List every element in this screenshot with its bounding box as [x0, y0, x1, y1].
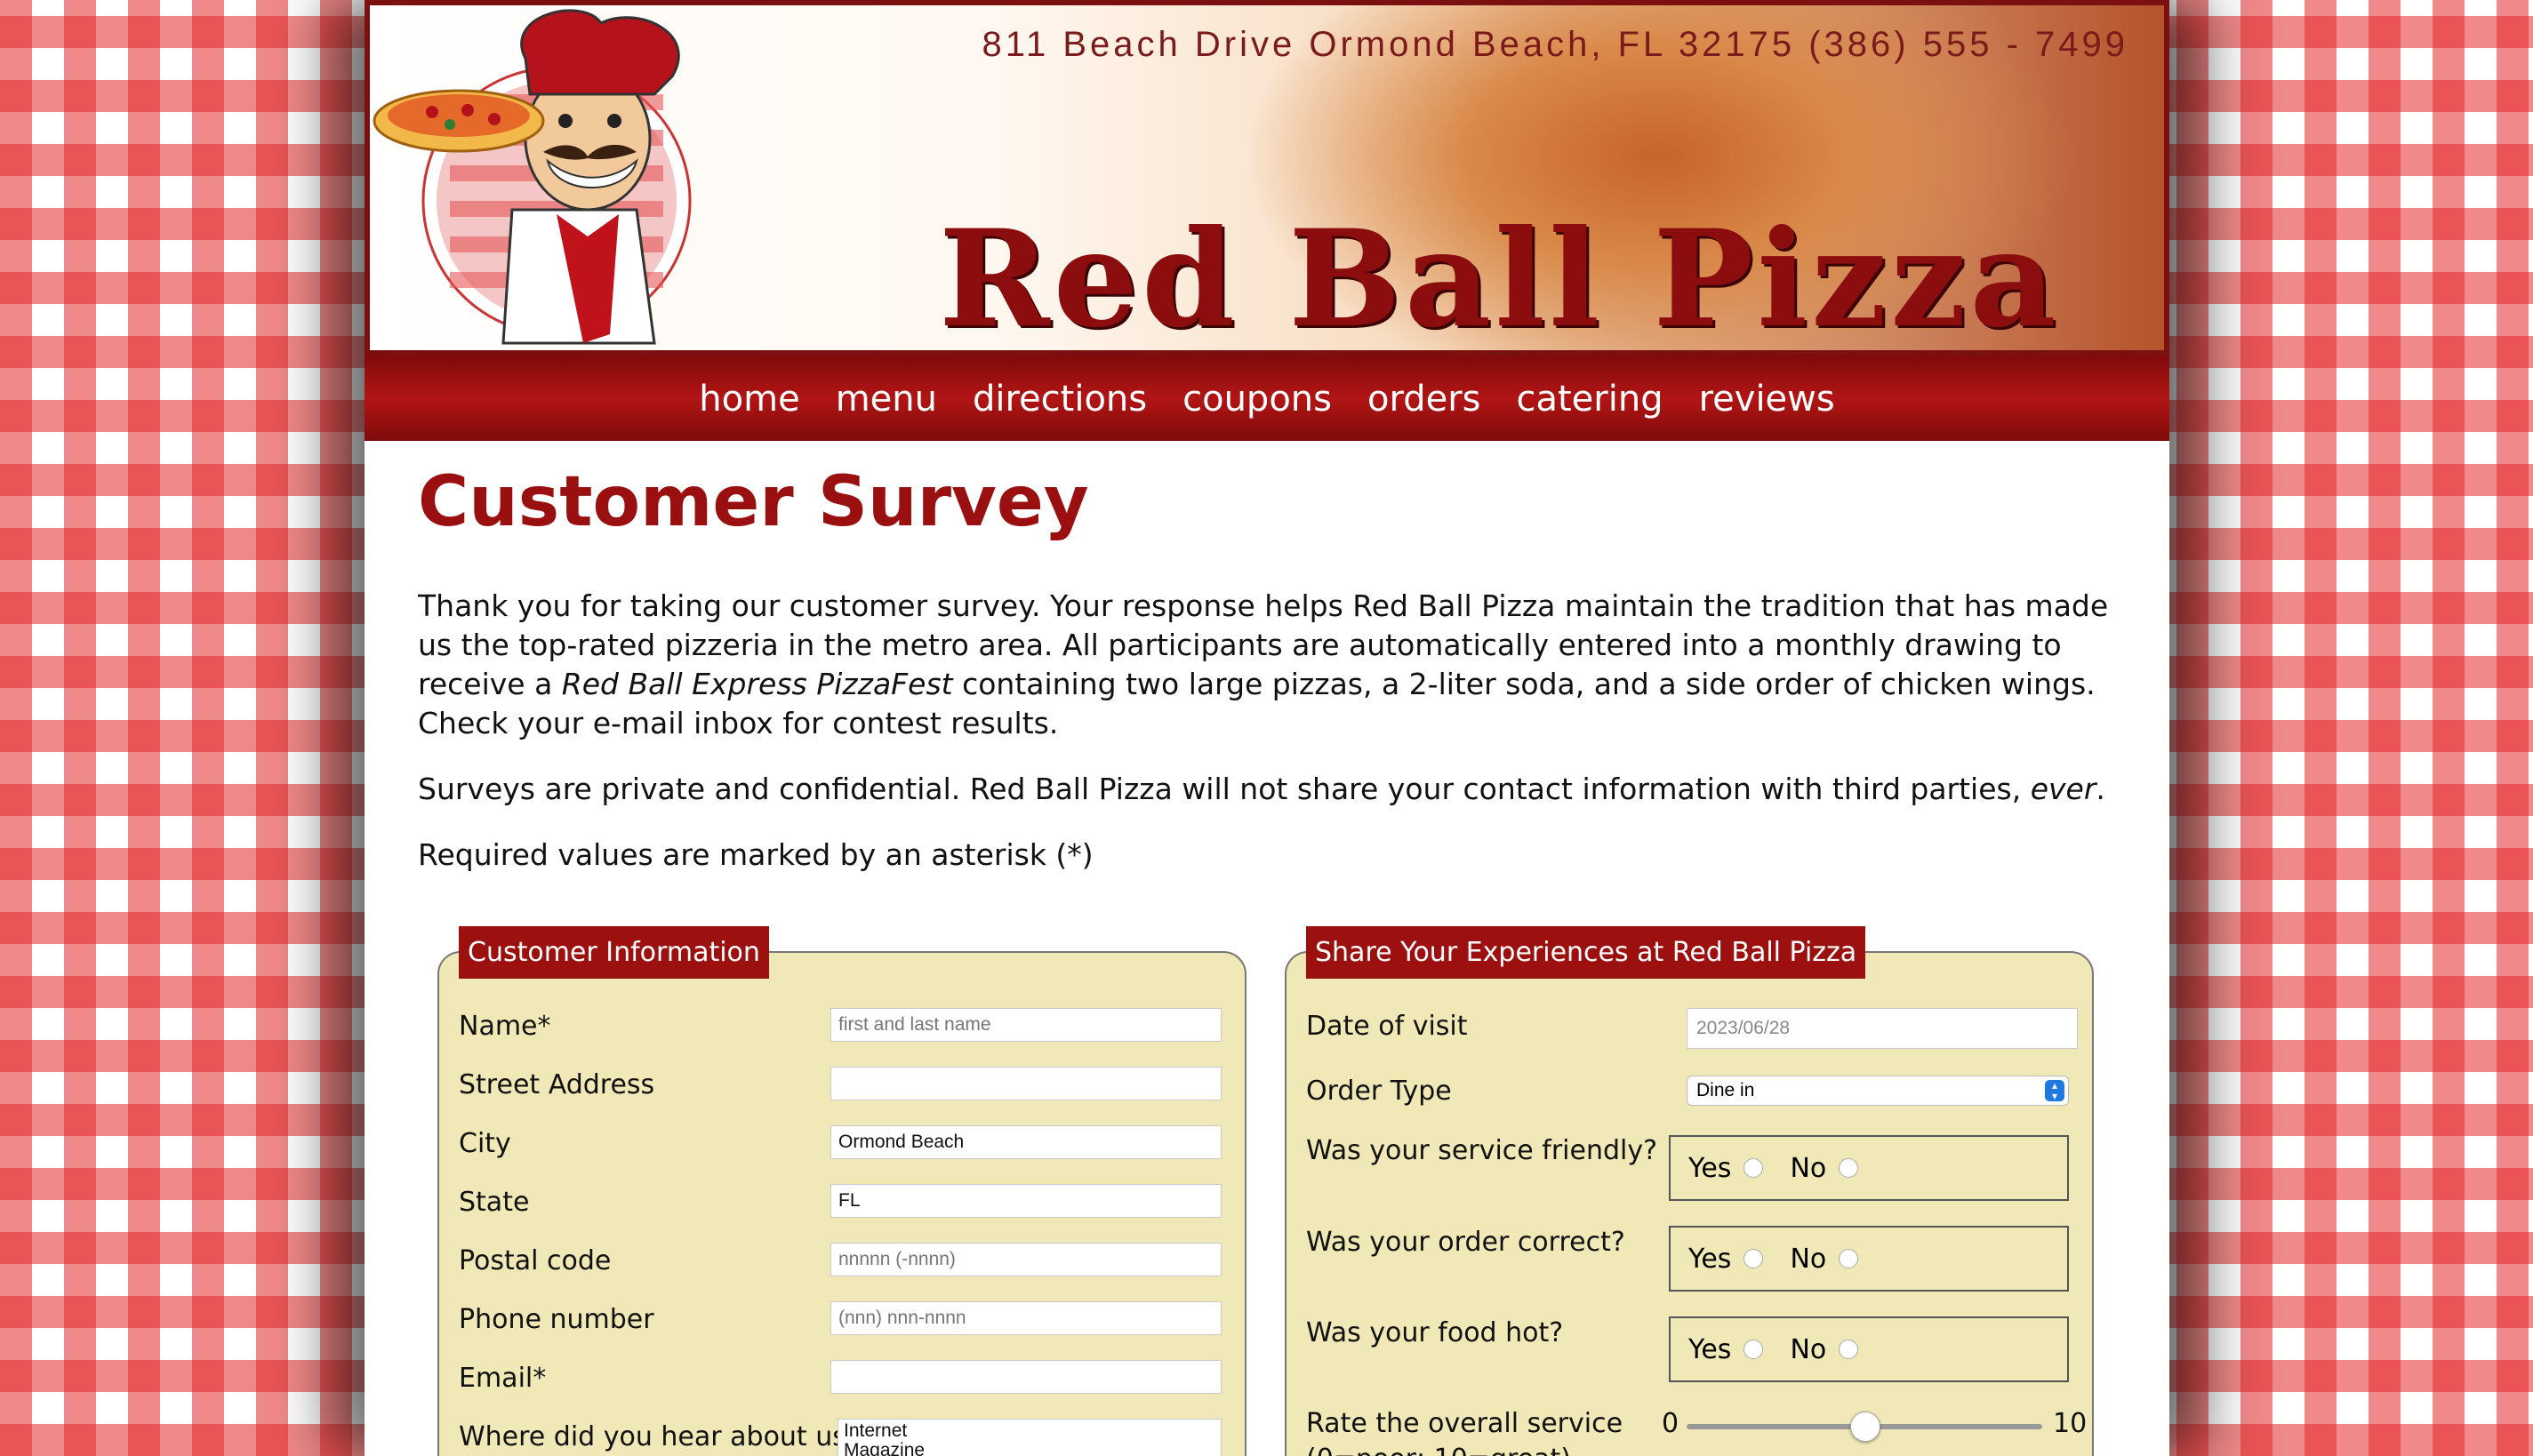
page-container: 811 Beach Drive Ormond Beach, FL 32175 (…: [365, 0, 2169, 1456]
hear-label: Where did you hear about us?: [459, 1421, 861, 1452]
order-type-value: Dine in: [1696, 1080, 1755, 1100]
phone-input[interactable]: [830, 1301, 1222, 1335]
friendly-yes-label: Yes: [1688, 1152, 1732, 1184]
friendly-no-label: No: [1790, 1152, 1827, 1184]
experience-fieldset: Share Your Experiences at Red Ball Pizza…: [1285, 926, 2094, 1456]
correct-no-label: No: [1790, 1243, 1827, 1275]
order-type-select[interactable]: Dine in ▴ ▾: [1687, 1076, 2069, 1106]
friendly-radio-group: Yes No: [1669, 1135, 2069, 1201]
hot-radio-group: Yes No: [1669, 1316, 2069, 1382]
question-friendly: Was your service friendly?: [1306, 1135, 1658, 1166]
nav-reviews[interactable]: reviews: [1681, 356, 1853, 443]
main-nav: home menu directions coupons orders cate…: [365, 356, 2169, 441]
correct-no-radio[interactable]: [1839, 1249, 1859, 1268]
rate-sublabel: (0=poor; 10=great): [1306, 1444, 1571, 1456]
street-input[interactable]: [830, 1067, 1222, 1100]
correct-radio-group: Yes No: [1669, 1226, 2069, 1292]
hot-yes-radio[interactable]: [1743, 1340, 1764, 1359]
nav-coupons[interactable]: coupons: [1165, 356, 1350, 443]
rate-max-label: 10: [2053, 1408, 2088, 1439]
privacy-text: Surveys are private and confidential. Re…: [418, 772, 2031, 806]
privacy-paragraph: Surveys are private and confidential. Re…: [418, 770, 2134, 809]
nav-directions[interactable]: directions: [955, 356, 1165, 443]
hear-option-magazine[interactable]: Magazine: [844, 1441, 1215, 1456]
rate-min-label: 0: [1662, 1408, 1679, 1439]
order-type-label: Order Type: [1306, 1076, 1452, 1107]
postal-input[interactable]: [830, 1243, 1222, 1276]
name-input[interactable]: [830, 1008, 1222, 1042]
rate-slider-thumb[interactable]: [1850, 1412, 1880, 1442]
nav-home[interactable]: home: [681, 356, 817, 443]
phone-label: Phone number: [459, 1304, 654, 1335]
rate-label: Rate the overall service: [1306, 1408, 1623, 1439]
question-hot: Was your food hot?: [1306, 1317, 1564, 1348]
name-label: Name*: [459, 1011, 551, 1042]
customer-info-legend: Customer Information: [459, 926, 769, 979]
nav-orders[interactable]: orders: [1350, 356, 1499, 443]
privacy-emphasis: ever: [2030, 772, 2096, 806]
privacy-text-end: .: [2096, 772, 2105, 806]
main-content: Customer Survey Thank you for taking our…: [418, 462, 2134, 875]
site-banner: 811 Beach Drive Ormond Beach, FL 32175 (…: [365, 0, 2169, 357]
hot-yes-label: Yes: [1688, 1333, 1732, 1365]
intro-paragraph: Thank you for taking our customer survey…: [418, 587, 2134, 743]
street-label: Street Address: [459, 1069, 655, 1100]
experience-legend: Share Your Experiences at Red Ball Pizza: [1306, 926, 1866, 979]
select-arrows-icon: ▴ ▾: [2045, 1080, 2064, 1101]
brand-title: Red Ball Pizza: [939, 201, 2060, 357]
page-title: Customer Survey: [418, 462, 1089, 542]
customer-info-fieldset: Customer Information Name* Street Addres…: [437, 926, 1246, 1456]
correct-yes-radio[interactable]: [1743, 1249, 1764, 1268]
state-input[interactable]: [830, 1184, 1222, 1218]
city-label: City: [459, 1128, 511, 1159]
friendly-no-radio[interactable]: [1839, 1158, 1859, 1178]
email-label: Email*: [459, 1363, 547, 1394]
chef-logo-icon: [373, 9, 692, 345]
city-input[interactable]: [830, 1125, 1222, 1159]
required-note: Required values are marked by an asteris…: [418, 837, 1094, 872]
nav-menu[interactable]: menu: [818, 356, 955, 443]
postal-label: Postal code: [459, 1245, 612, 1276]
hot-no-label: No: [1790, 1333, 1827, 1365]
question-correct: Was your order correct?: [1306, 1227, 1625, 1258]
hot-no-radio[interactable]: [1839, 1340, 1859, 1359]
header-address: 811 Beach Drive Ormond Beach, FL 32175 (…: [982, 25, 2128, 64]
friendly-yes-radio[interactable]: [1743, 1158, 1764, 1178]
hear-listbox[interactable]: Internet Magazine: [838, 1419, 1222, 1456]
state-label: State: [459, 1187, 530, 1218]
hear-option-internet[interactable]: Internet: [844, 1421, 1215, 1441]
intro-emphasis: Red Ball Express PizzaFest: [561, 667, 953, 701]
email-input[interactable]: [830, 1360, 1222, 1394]
correct-yes-label: Yes: [1688, 1243, 1732, 1275]
date-input[interactable]: 2023/06/28: [1687, 1008, 2078, 1049]
nav-catering[interactable]: catering: [1498, 356, 1680, 443]
date-label: Date of visit: [1306, 1011, 1468, 1042]
